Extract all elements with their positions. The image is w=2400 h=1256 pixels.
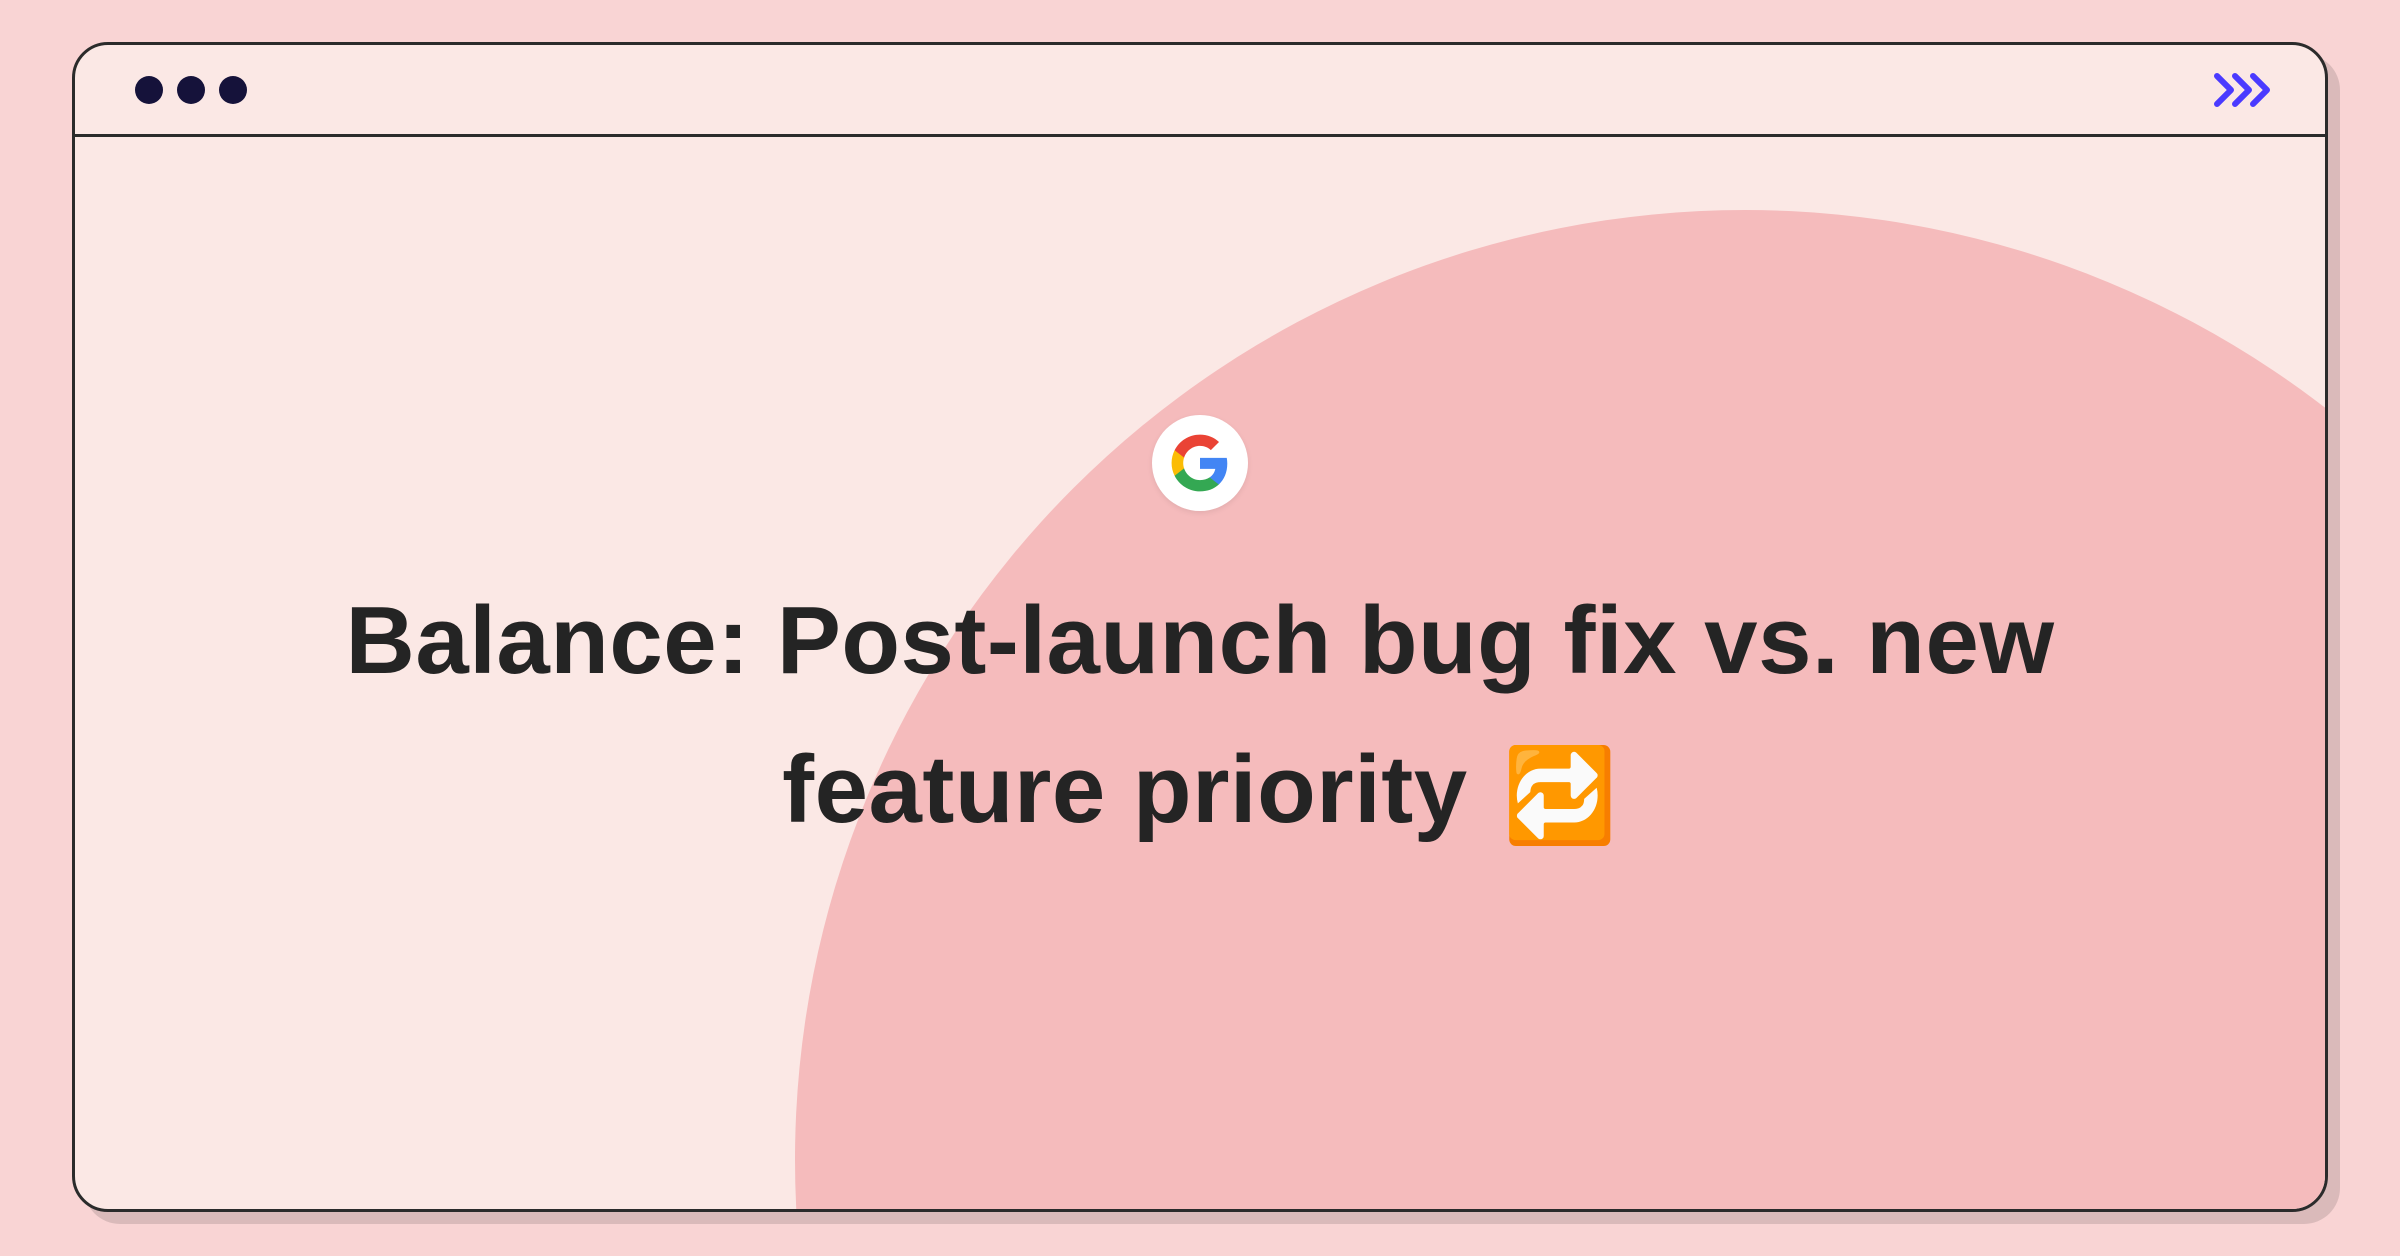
- forward-chevrons-icon[interactable]: [2213, 72, 2277, 108]
- google-logo-icon: [1169, 432, 1231, 494]
- headline: Balance: Post-launch bug fix vs. new fea…: [195, 567, 2205, 868]
- traffic-dot[interactable]: [135, 76, 163, 104]
- headline-text: Balance: Post-launch bug fix vs. new fea…: [345, 587, 2054, 843]
- traffic-lights: [135, 76, 247, 104]
- traffic-dot[interactable]: [177, 76, 205, 104]
- content-area: Balance: Post-launch bug fix vs. new fea…: [75, 137, 2325, 1206]
- titlebar: [75, 45, 2325, 137]
- traffic-dot[interactable]: [219, 76, 247, 104]
- cycle-arrows-icon: 🔁: [1503, 725, 1618, 868]
- logo-badge: [1152, 415, 1248, 511]
- browser-window: Balance: Post-launch bug fix vs. new fea…: [72, 42, 2328, 1212]
